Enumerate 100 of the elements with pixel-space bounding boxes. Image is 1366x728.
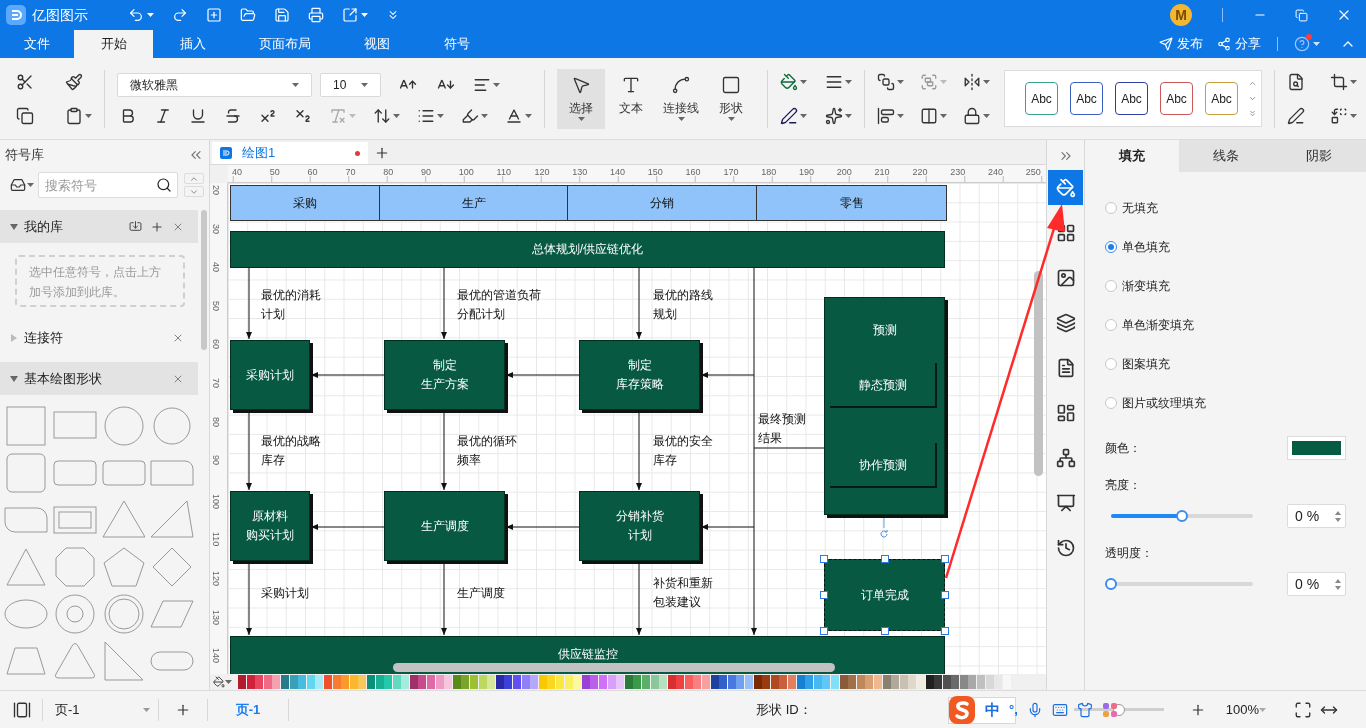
process-box[interactable]: 原材料 购买计划 bbox=[230, 491, 310, 561]
lane-header[interactable]: 生产 bbox=[379, 186, 567, 220]
order-box[interactable]: 订单完成 bbox=[824, 559, 945, 631]
section-title: 连接符 bbox=[24, 328, 63, 347]
ruler-number: 60 bbox=[307, 166, 318, 179]
ruler-number: 140 bbox=[210, 648, 222, 664]
ruler-number: 130 bbox=[572, 166, 588, 179]
style-preset-button[interactable]: Abc bbox=[1160, 82, 1193, 115]
flow-label: 最优的消耗 bbox=[261, 287, 321, 304]
number-field[interactable]: 0 % bbox=[1287, 504, 1346, 528]
ruler-number: 170 bbox=[723, 166, 739, 179]
radio-label[interactable]: 无填充 bbox=[1122, 198, 1158, 217]
ruler-number: 120 bbox=[534, 166, 550, 179]
radio-label[interactable]: 单色渐变填充 bbox=[1122, 315, 1194, 334]
style-preset-button[interactable]: Abc bbox=[1115, 82, 1148, 115]
flow-label: 规划 bbox=[653, 306, 677, 323]
ruler-number: 190 bbox=[799, 166, 815, 179]
process-box[interactable]: 协作预测 bbox=[830, 443, 937, 488]
menu-tab[interactable]: 视图 bbox=[337, 30, 417, 58]
zoom-level[interactable]: 100% bbox=[1225, 699, 1259, 720]
menu-tab[interactable]: 符号 bbox=[417, 30, 497, 58]
number-field[interactable]: 0 % bbox=[1287, 572, 1346, 596]
ruler-number: 80 bbox=[210, 416, 222, 427]
menu-tab[interactable]: 插入 bbox=[153, 30, 233, 58]
flow-label: 最优的管道负荷 bbox=[457, 287, 541, 304]
lane-header[interactable]: 分销 bbox=[567, 186, 756, 220]
font-size-select[interactable]: 10 bbox=[320, 72, 381, 97]
process-box[interactable]: 生产调度 bbox=[384, 491, 505, 561]
tool-button[interactable]: 选择 bbox=[557, 68, 605, 129]
library-section-header[interactable]: 基本绘图形状 bbox=[0, 362, 198, 395]
process-box[interactable]: 采购计划 bbox=[230, 340, 310, 410]
radio-label[interactable]: 图案填充 bbox=[1122, 354, 1170, 373]
app-title: 亿图图示 bbox=[32, 5, 88, 25]
flow-label: 最优的安全 bbox=[653, 433, 713, 450]
flow-label: 最优的路线 bbox=[653, 287, 713, 304]
radio-label[interactable]: 渐变填充 bbox=[1122, 276, 1170, 295]
ime-punctuation[interactable]: °, bbox=[1009, 700, 1018, 720]
avatar[interactable]: M bbox=[1170, 4, 1192, 26]
ruler-number: 110 bbox=[210, 532, 222, 547]
ruler-number: 120 bbox=[210, 571, 222, 587]
tool-button[interactable]: 连接线 bbox=[657, 68, 705, 129]
ruler-number: 110 bbox=[496, 166, 511, 179]
share-button[interactable]: 分享 bbox=[1217, 34, 1261, 54]
font-family-select[interactable]: 微软雅黑 bbox=[117, 72, 312, 97]
menu-tab[interactable]: 文件 bbox=[0, 30, 74, 58]
box-text: 库存策略 bbox=[615, 376, 664, 393]
style-preset-button[interactable]: Abc bbox=[1025, 82, 1058, 115]
flow-label: 分配计划 bbox=[457, 306, 505, 323]
lane-header[interactable]: 采购 bbox=[231, 186, 379, 220]
panel-tab[interactable]: 线条 bbox=[1178, 140, 1273, 172]
search-field[interactable]: 搜索符号 bbox=[38, 172, 178, 198]
box-text: 计划 bbox=[627, 527, 652, 544]
ruler-number: 70 bbox=[345, 166, 356, 179]
flow-label: 生产调度 bbox=[457, 585, 505, 602]
ruler-number: 240 bbox=[988, 166, 1004, 179]
banner-shape[interactable]: 总体规划/供应链优化 bbox=[230, 231, 945, 268]
publish-button[interactable]: 发布 bbox=[1159, 34, 1203, 54]
radio-label[interactable]: 单色填充 bbox=[1122, 237, 1170, 256]
ruler-number: 160 bbox=[685, 166, 701, 179]
section-title: 我的库 bbox=[24, 217, 63, 236]
box-text: 供应链监控 bbox=[557, 646, 618, 663]
box-text: 分销补货 bbox=[615, 508, 664, 525]
box-text: 制定 bbox=[627, 357, 652, 374]
radio-label[interactable]: 图片或纹理填充 bbox=[1122, 393, 1206, 412]
ruler-number: 90 bbox=[210, 455, 222, 466]
tool-button[interactable]: 文本 bbox=[607, 68, 655, 129]
box-text: 总体规划/供应链优化 bbox=[531, 241, 644, 258]
page-select[interactable]: 页-1 bbox=[43, 699, 158, 720]
ruler-number: 230 bbox=[950, 166, 966, 179]
ruler-number: 140 bbox=[610, 166, 626, 179]
panel-tab[interactable]: 填充 bbox=[1085, 140, 1179, 172]
shape-id-label: 形状 ID： bbox=[756, 700, 812, 719]
ruler-number: 100 bbox=[210, 493, 222, 509]
ruler-number: 90 bbox=[421, 166, 431, 179]
menu-tab[interactable]: 开始 bbox=[74, 30, 153, 58]
process-box[interactable]: 静态预测 bbox=[830, 363, 937, 408]
document-tab[interactable]: 绘图1 bbox=[212, 142, 368, 164]
page-tab[interactable]: 页-1 bbox=[208, 699, 288, 720]
lane-header[interactable]: 零售 bbox=[756, 186, 946, 220]
tool-button[interactable]: 形状 bbox=[707, 68, 755, 129]
panel-tab[interactable]: 阴影 bbox=[1272, 140, 1366, 172]
menu-tab[interactable]: 页面布局 bbox=[233, 30, 337, 58]
style-preset-button[interactable]: Abc bbox=[1205, 82, 1238, 115]
process-box[interactable]: 分销补货 计划 bbox=[579, 491, 700, 561]
flow-label: 最优的循环 bbox=[457, 433, 517, 450]
ruler-number: 40 bbox=[210, 262, 222, 273]
library-hint: 选中任意符号，点击上方加号添加到此库。 bbox=[15, 255, 185, 307]
process-box[interactable]: 制定 库存策略 bbox=[579, 340, 700, 410]
ime-mode[interactable]: 中 bbox=[985, 698, 1000, 722]
style-preset-button[interactable]: Abc bbox=[1070, 82, 1103, 115]
box-text: 生产调度 bbox=[420, 517, 469, 535]
flow-label: 采购计划 bbox=[261, 585, 309, 602]
library-section-header[interactable]: 连接符 bbox=[0, 321, 198, 354]
field-label: 透明度： bbox=[1105, 546, 1153, 560]
ruler-number: 20 bbox=[210, 185, 222, 195]
panel-title: 符号库 bbox=[5, 146, 44, 165]
process-box[interactable]: 制定 生产方案 bbox=[384, 340, 505, 410]
library-section-header[interactable]: 我的库 bbox=[0, 210, 198, 243]
drawing-canvas[interactable]: 采购 生产 分销 零售 总体规划/供应链优化 采购计划 制定 生产方案 制定 库存策略 原材料 购买计划 生产调度 分销补货 计划 最优的消耗 计划 最优的管道负荷 分配计划 最优的路线 规划 最优的战略 库存 最优的循环 频率 最优的安全 库存 采购计划 生产调度 补货和重新 包装建议 最终预测 结果 预测 静态预测 协作预测 订单完成 供应链监控 bbox=[228, 183, 1046, 674]
field-label: 亮度： bbox=[1105, 478, 1141, 492]
